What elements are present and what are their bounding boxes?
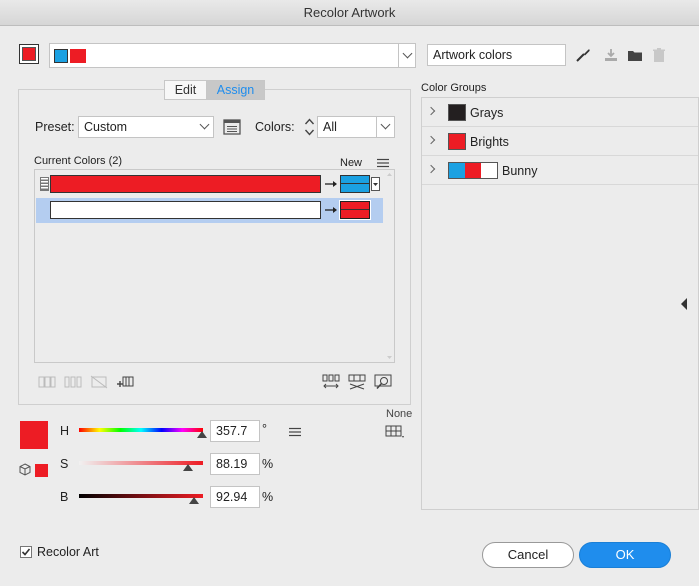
hue-value-field[interactable]: 357.7 <box>210 420 260 442</box>
window-title: Recolor Artwork <box>303 5 396 20</box>
color-group-row-bunny[interactable]: Bunny <box>422 156 698 185</box>
harmony-name-field[interactable]: Artwork colors <box>427 44 566 66</box>
hue-slider[interactable] <box>79 428 207 438</box>
new-color-swatch[interactable] <box>340 175 370 193</box>
current-color-swatch[interactable] <box>50 201 321 219</box>
color-row[interactable] <box>36 173 383 195</box>
colors-stepper[interactable] <box>302 116 317 138</box>
active-color-preview <box>20 421 48 449</box>
brightness-slider[interactable] <box>79 494 203 504</box>
chevron-down-icon <box>380 119 391 130</box>
slider-menu-icon[interactable] <box>289 426 301 437</box>
tab-edit[interactable]: Edit <box>164 80 207 100</box>
color-reduction-options-icon[interactable] <box>223 119 241 135</box>
cancel-button[interactable]: Cancel <box>482 542 574 568</box>
new-color-dropdown[interactable] <box>371 177 380 191</box>
color-group-row-brights[interactable]: Brights <box>422 127 698 156</box>
find-color-icon[interactable] <box>374 374 392 390</box>
folder-icon[interactable] <box>627 47 643 63</box>
recolor-art-label: Recolor Art <box>37 545 99 559</box>
recolor-art-checkbox[interactable] <box>20 546 32 558</box>
saturation-unit: % <box>262 457 274 471</box>
out-of-gamut-cube-icon[interactable] <box>19 463 31 476</box>
harmony-dropdown-button[interactable] <box>398 44 416 67</box>
saturation-slider-thumb[interactable] <box>183 464 193 471</box>
current-color-swatch[interactable] <box>50 175 321 193</box>
randomly-change-saturation-icon[interactable] <box>348 374 366 390</box>
color-groups-heading: Color Groups <box>421 82 487 94</box>
disclosure-triangle-icon[interactable] <box>426 106 436 116</box>
save-color-group-icon[interactable] <box>603 47 619 63</box>
gamut-color-swatch[interactable] <box>35 464 48 477</box>
disclosure-triangle-icon[interactable] <box>426 135 436 145</box>
color-row[interactable] <box>36 198 383 223</box>
harmony-colors-bar[interactable] <box>49 43 416 68</box>
preset-select[interactable]: Custom <box>78 116 214 138</box>
brightness-unit: % <box>262 490 274 504</box>
ok-button[interactable]: OK <box>579 542 671 568</box>
new-color-swatch[interactable] <box>339 200 371 220</box>
arrow-right-icon[interactable] <box>324 203 340 217</box>
colors-label: Colors: <box>255 120 295 134</box>
hue-slider-thumb[interactable] <box>197 431 207 438</box>
s-label: S <box>60 457 69 471</box>
disclosure-triangle-icon[interactable] <box>426 164 436 174</box>
saturation-slider[interactable] <box>79 461 203 471</box>
saturation-value-field[interactable]: 88.19 <box>210 453 260 475</box>
color-library-icon[interactable] <box>385 425 405 439</box>
hue-unit: ° <box>262 422 267 436</box>
brightness-value-field[interactable]: 92.94 <box>210 486 260 508</box>
preset-label: Preset: <box>35 120 75 134</box>
none-label: None <box>386 408 413 420</box>
new-row-icon[interactable] <box>116 374 134 390</box>
tab-assign[interactable]: Assign <box>206 80 265 100</box>
h-label: H <box>60 424 70 438</box>
exclude-colors-icon <box>90 375 108 389</box>
chevron-down-icon <box>199 119 210 130</box>
arrow-right-icon[interactable] <box>324 177 340 191</box>
new-label: New <box>340 157 363 169</box>
current-colors-label: Current Colors (2) <box>34 155 123 167</box>
eyedropper-icon[interactable] <box>574 46 592 64</box>
scrollbar[interactable] <box>383 170 395 362</box>
merge-colors-icon <box>38 376 56 388</box>
collapse-panel-icon[interactable] <box>680 298 688 310</box>
color-group-row-grays[interactable]: Grays <box>422 98 698 127</box>
trash-icon[interactable] <box>651 47 667 63</box>
b-label: B <box>60 490 69 504</box>
separate-colors-icon <box>64 376 82 388</box>
colors-table <box>34 169 395 363</box>
row-handle-icon[interactable] <box>40 177 49 191</box>
chevron-down-icon <box>402 48 413 59</box>
active-color-swatch[interactable] <box>19 44 39 64</box>
colors-menu-icon[interactable] <box>377 157 389 168</box>
colors-select[interactable]: All <box>317 116 395 138</box>
brightness-slider-thumb[interactable] <box>189 497 199 504</box>
title-bar: Recolor Artwork <box>0 0 699 26</box>
randomly-change-order-icon[interactable] <box>322 374 340 390</box>
